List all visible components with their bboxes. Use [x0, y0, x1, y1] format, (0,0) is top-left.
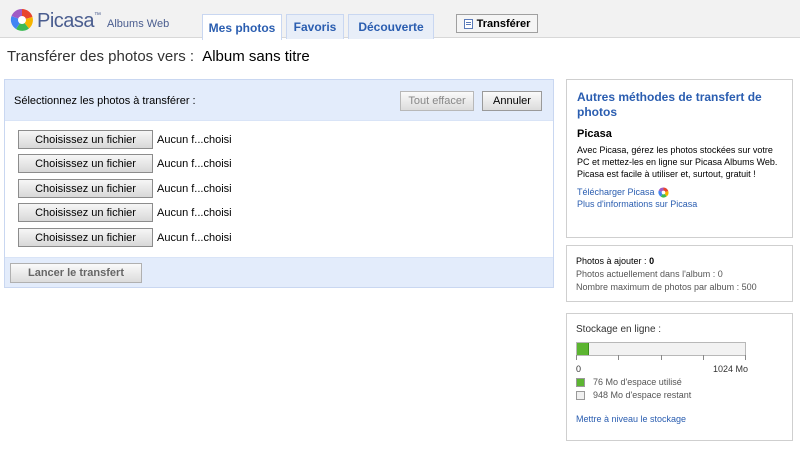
storage-label: Stockage en ligne : — [576, 324, 662, 335]
storage-free-text: 948 Mo d'espace restant — [593, 390, 692, 400]
tab-favoris[interactable]: Favoris — [286, 14, 344, 39]
logo-text: Picasa — [37, 10, 95, 32]
picasa-pinwheel-icon — [657, 186, 669, 197]
upload-panel-header: Sélectionnez les photos à transférer : T… — [5, 80, 553, 121]
picasa-logo[interactable]: Picasa ™ Albums Web — [10, 8, 169, 32]
file-row: Choisissez un fichier Aucun f...choisi — [18, 178, 232, 199]
cancel-button[interactable]: Annuler — [482, 91, 542, 111]
tick — [576, 355, 577, 360]
other-methods-title: Autres méthodes de transfert de photos — [577, 90, 762, 119]
storage-scale-min: 0 — [576, 364, 582, 374]
top-bar: Picasa ™ Albums Web Mes photos Favoris D… — [0, 0, 800, 40]
file-row: Choisissez un fichier Aucun f...choisi — [18, 153, 232, 174]
choose-file-button[interactable]: Choisissez un fichier — [18, 179, 153, 198]
more-info-picasa-link[interactable]: Plus d'informations sur Picasa — [577, 198, 782, 210]
upload-button[interactable]: Transférer — [456, 14, 538, 33]
photos-to-add-value: 0 — [649, 256, 655, 266]
picasa-subtitle: Picasa — [577, 128, 612, 140]
choose-file-button[interactable]: Choisissez un fichier — [18, 130, 153, 149]
storage-used-legend: 76 Mo d'espace utilisé — [576, 377, 783, 387]
storage-scale: 0 1024 Mo — [576, 364, 748, 374]
clear-all-button[interactable]: Tout effacer — [400, 91, 474, 111]
album-name: Album sans titre — [202, 48, 310, 65]
upload-button-label: Transférer — [476, 17, 531, 30]
photo-counts-box: Photos à ajouter : 0 Photos actuellement… — [566, 245, 793, 302]
storage-free-legend: 948 Mo d'espace restant — [576, 390, 783, 400]
picasa-pinwheel-icon — [10, 8, 33, 31]
photos-to-add-label: Photos à ajouter : — [576, 256, 647, 266]
storage-ticks — [576, 355, 746, 361]
file-row: Choisissez un fichier Aucun f...choisi — [18, 202, 232, 223]
launch-upload-button[interactable]: Lancer le transfert — [10, 263, 142, 283]
storage-used-fill — [577, 343, 590, 355]
select-photos-label: Sélectionnez les photos à transférer : — [14, 95, 196, 107]
storage-scale-max: 1024 Mo — [712, 364, 748, 374]
upload-panel: Sélectionnez les photos à transférer : T… — [4, 79, 554, 288]
other-methods-box: Autres méthodes de transfert de photos P… — [566, 79, 793, 238]
tab-mes-photos[interactable]: Mes photos — [202, 14, 282, 40]
file-row: Choisissez un fichier Aucun f...choisi — [18, 227, 232, 248]
file-status: Aucun f...choisi — [157, 133, 232, 146]
tick — [703, 355, 704, 360]
tick — [661, 355, 662, 360]
download-row: Télécharger Picasa — [577, 186, 782, 198]
max-photos-per-album: Nombre maximum de photos par album : 500 — [576, 282, 757, 292]
upload-panel-footer: Lancer le transfert — [5, 257, 553, 287]
free-swatch — [576, 390, 585, 400]
upgrade-storage-link[interactable]: Mettre à niveau le stockage — [576, 414, 783, 424]
file-list: Choisissez un fichier Aucun f...choisi C… — [5, 121, 553, 257]
page-title: Transférer des photos vers : Album sans … — [7, 48, 310, 65]
photos-in-album: Photos actuellement dans l'album : 0 — [576, 269, 723, 279]
tick — [745, 355, 746, 360]
upload-page-icon — [463, 18, 473, 29]
choose-file-button[interactable]: Choisissez un fichier — [18, 203, 153, 222]
file-row: Choisissez un fichier Aucun f...choisi — [18, 129, 232, 150]
file-status: Aucun f...choisi — [157, 206, 232, 219]
file-status: Aucun f...choisi — [157, 182, 232, 195]
photos-to-add: Photos à ajouter : 0 — [576, 255, 783, 268]
choose-file-button[interactable]: Choisissez un fichier — [18, 228, 153, 247]
storage-used-text: 76 Mo d'espace utilisé — [593, 377, 682, 387]
file-status: Aucun f...choisi — [157, 231, 232, 244]
tick — [618, 355, 619, 360]
choose-file-button[interactable]: Choisissez un fichier — [18, 154, 153, 173]
logo-trademark: ™ — [94, 12, 102, 19]
page-title-prefix: Transférer des photos vers : — [7, 48, 195, 65]
storage-box: Stockage en ligne : 0 1024 Mo 76 Mo d'es… — [566, 313, 793, 441]
used-swatch — [576, 377, 585, 387]
picasa-description: Avec Picasa, gérez les photos stockées s… — [577, 145, 778, 179]
logo-subtitle: Albums Web — [107, 18, 170, 30]
tab-decouverte[interactable]: Découverte — [348, 14, 434, 39]
download-picasa-link[interactable]: Télécharger Picasa — [577, 186, 655, 198]
file-status: Aucun f...choisi — [157, 157, 232, 170]
storage-bar — [576, 342, 746, 356]
